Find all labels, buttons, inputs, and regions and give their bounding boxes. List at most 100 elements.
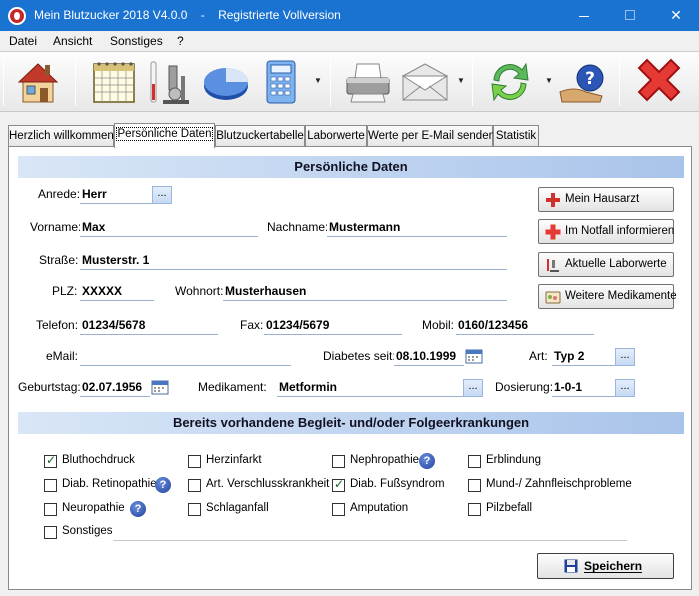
diabetes-seit-calendar-icon[interactable] <box>465 348 483 364</box>
svg-text:?: ? <box>585 69 595 89</box>
sonstiges-field[interactable] <box>113 523 627 541</box>
medikament-field[interactable]: Metformin <box>277 379 463 397</box>
toolbar-separator <box>472 58 473 106</box>
mein-hausarzt-button[interactable]: Mein Hausarzt <box>538 187 674 212</box>
label-art-verschlusskrankheit: Art. Verschlusskrankheit <box>206 478 330 490</box>
calculator-dropdown-arrow[interactable]: ▼ <box>314 77 322 85</box>
anrede-field[interactable]: Herr <box>80 186 152 204</box>
tab-persoenliche-daten[interactable]: Persönliche Daten <box>114 123 215 148</box>
telefon-field[interactable]: 01234/5678 <box>80 317 218 335</box>
toolbar-separator <box>619 58 620 106</box>
calendar-button[interactable] <box>87 56 143 108</box>
art-picker-button[interactable]: ... <box>615 348 635 366</box>
checkbox-art-verschlusskrankheit[interactable] <box>188 479 201 492</box>
anrede-picker-button[interactable]: ... <box>152 186 172 204</box>
tab-herzlich-willkommen[interactable]: Herzlich willkommen <box>8 125 114 147</box>
dosierung-field[interactable]: 1-0-1 <box>552 379 616 397</box>
medication-icon <box>545 291 561 304</box>
medikament-label: Medikament: <box>198 380 267 394</box>
label-diab-retinopathie: Diab. Retinopathie <box>62 478 157 490</box>
checkbox-diab-fusssyndrom[interactable] <box>332 477 345 492</box>
aktuelle-laborwerte-button[interactable]: Aktuelle Laborwerte <box>538 252 674 277</box>
medikament-picker-button[interactable]: ... <box>463 379 483 397</box>
toolbar-separator <box>75 58 76 106</box>
label-mund-zahnfleischprobleme: Mund-/ Zahnfleischprobleme <box>486 478 632 490</box>
wohnort-label: Wohnort: <box>175 284 224 298</box>
art-field[interactable]: Typ 2 <box>552 348 616 366</box>
dosierung-picker-button[interactable]: ... <box>615 379 635 397</box>
fax-label: Fax: <box>240 318 264 332</box>
nachname-field[interactable]: Mustermann <box>327 219 507 237</box>
vorname-field[interactable]: Max <box>80 219 258 237</box>
checkbox-diab-retinopathie[interactable] <box>44 479 57 492</box>
diabetes-seit-label: Diabetes seit: <box>323 349 396 363</box>
label-nephropathie: Nephropathie <box>350 454 420 466</box>
geburtstag-field[interactable]: 02.07.1956 <box>80 379 150 397</box>
tab-statistik[interactable]: Statistik <box>493 125 539 147</box>
personal-data-panel: Persönliche Daten Anrede: Herr ... Vorna… <box>8 146 692 590</box>
sync-dropdown-arrow[interactable]: ▼ <box>545 77 553 85</box>
diabetes-seit-field[interactable]: 08.10.1999 <box>394 348 464 366</box>
home-button[interactable] <box>11 56 67 108</box>
exit-button[interactable] <box>631 56 687 108</box>
personal-data-header: Persönliche Daten <box>18 156 684 178</box>
print-button[interactable] <box>339 56 395 108</box>
save-button[interactable]: Speichern <box>537 553 674 579</box>
neuropathie-help-icon[interactable]: ? <box>130 501 146 517</box>
mobil-field[interactable]: 0160/123456 <box>456 317 594 335</box>
pie-chart-icon <box>204 68 248 100</box>
app-drop-icon <box>8 7 26 25</box>
maximize-button[interactable] <box>607 0 653 31</box>
menu-sonstiges[interactable]: Sonstiges <box>110 34 163 48</box>
checkbox-amputation[interactable] <box>332 503 345 516</box>
retinopathie-help-icon[interactable]: ? <box>155 477 171 493</box>
checkbox-sonstiges[interactable] <box>44 526 57 539</box>
wohnort-field[interactable]: Musterhausen <box>223 283 507 301</box>
calendar-icon <box>93 62 135 103</box>
calculator-button[interactable] <box>255 56 311 108</box>
menu-ansicht[interactable]: Ansicht <box>53 34 92 48</box>
fax-field[interactable]: 01234/5679 <box>264 317 402 335</box>
emergency-cross-icon <box>545 224 561 240</box>
tab-werte-per-email[interactable]: Werte per E-Mail senden <box>367 125 495 147</box>
geburtstag-calendar-icon[interactable] <box>151 379 169 395</box>
checkbox-neuropathie[interactable] <box>44 503 57 516</box>
conditions-header: Bereits vorhandene Begleit- und/oder Fol… <box>18 412 684 434</box>
sync-button[interactable] <box>482 56 538 108</box>
title-bar: Mein Blutzucker 2018 V4.0.0 - Registrier… <box>0 0 699 31</box>
checkbox-erblindung[interactable] <box>468 455 481 468</box>
email-field[interactable] <box>80 348 291 366</box>
menu-datei[interactable]: Datei <box>9 34 37 48</box>
checkbox-herzinfarkt[interactable] <box>188 455 201 468</box>
sync-icon <box>491 62 529 102</box>
label-neuropathie: Neuropathie <box>62 502 125 514</box>
home-icon <box>17 63 59 103</box>
weitere-medikamente-button[interactable]: Weitere Medikamente <box>538 284 677 309</box>
im-notfall-informieren-button[interactable]: Im Notfall informieren <box>538 219 674 244</box>
plz-field[interactable]: XXXXX <box>80 283 154 301</box>
tab-blutzuckertabelle[interactable]: Blutzuckertabelle <box>215 125 305 147</box>
anrede-label: Anrede: <box>38 187 81 201</box>
strasse-label: Straße: <box>39 253 79 267</box>
lab-button[interactable] <box>143 56 199 108</box>
doctor-cross-icon <box>546 193 560 207</box>
checkbox-bluthochdruck[interactable] <box>44 453 57 468</box>
checkbox-nephropathie[interactable] <box>332 455 345 468</box>
email-dropdown-arrow[interactable]: ▼ <box>457 77 465 85</box>
statistics-button[interactable] <box>198 56 254 108</box>
checkbox-mund-zahnfleischprobleme[interactable] <box>468 479 481 492</box>
strasse-field[interactable]: Musterstr. 1 <box>80 252 507 270</box>
minimize-button[interactable] <box>561 0 607 31</box>
checkbox-schlaganfall[interactable] <box>188 503 201 516</box>
label-herzinfarkt: Herzinfarkt <box>206 454 262 466</box>
toolbar-separator <box>330 58 331 106</box>
tab-laborwerte[interactable]: Laborwerte <box>305 125 367 147</box>
close-window-button[interactable]: ✕ <box>653 0 699 31</box>
email-button[interactable] <box>397 56 453 108</box>
menu-help[interactable]: ? <box>177 34 184 48</box>
floppy-disk-icon <box>564 559 578 573</box>
checkbox-pilzbefall[interactable] <box>468 503 481 516</box>
nephropathie-help-icon[interactable]: ? <box>419 453 435 469</box>
close-icon <box>637 58 681 102</box>
help-button[interactable]: ? <box>556 56 612 108</box>
